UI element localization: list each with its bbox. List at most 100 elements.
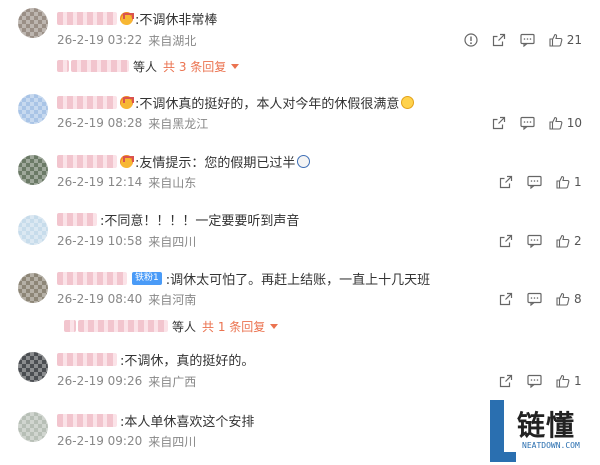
comment-meta: 26-2-19 03:22 来自湖北 <box>57 31 196 49</box>
comment-text: :不同意！！！！一定要要听到声音 <box>100 213 300 229</box>
comment-location: 来自湖北 <box>148 33 197 48</box>
avatar[interactable] <box>18 273 48 303</box>
like-count: 1 <box>574 175 582 189</box>
comment-actions: 1 <box>485 173 582 191</box>
username[interactable] <box>57 212 97 226</box>
comment-button[interactable] <box>527 374 542 388</box>
comment-time: 26-2-19 09:20 <box>57 434 143 448</box>
comment-line: :不调休非常棒 <box>57 8 217 28</box>
share-button[interactable] <box>499 292 513 306</box>
reply-who: 等人 <box>172 319 197 334</box>
view-replies-link[interactable]: 共 1 条回复 <box>202 318 265 335</box>
comment-button[interactable] <box>520 116 535 130</box>
reply-user-blur <box>64 320 76 332</box>
share-button[interactable] <box>492 116 506 130</box>
like-button[interactable]: 2 <box>556 234 582 248</box>
comment-button[interactable] <box>527 234 542 248</box>
thumbs-up-icon <box>549 33 563 47</box>
comment-actions: 10 <box>478 114 582 132</box>
comment-item: :友情提示：您的假期已过半 26-2-19 12:14 来自山东 1 <box>0 147 600 207</box>
comment-text: :不调休非常棒 <box>135 12 218 28</box>
share-icon <box>499 374 513 388</box>
comment-text: :不调休，真的挺好的。 <box>120 353 255 369</box>
avatar[interactable] <box>18 412 48 442</box>
comment-time: 26-2-19 10:58 <box>57 234 143 248</box>
comment-location: 来自河南 <box>148 292 197 307</box>
avatar[interactable] <box>18 155 48 185</box>
avatar[interactable] <box>18 8 48 38</box>
comment-button[interactable] <box>520 33 535 47</box>
comment-line: :不调休真的挺好的，本人对今年的休假很满意 <box>57 92 415 112</box>
report-button[interactable] <box>464 33 478 47</box>
share-icon <box>499 234 513 248</box>
avatar[interactable] <box>18 352 48 382</box>
chevron-down-icon <box>270 323 279 329</box>
share-button[interactable] <box>499 234 513 248</box>
like-button[interactable]: 21 <box>549 33 582 47</box>
comment-meta: 26-2-19 09:26 来自广西 <box>57 372 196 390</box>
like-count: 2 <box>574 234 582 248</box>
thumbs-up-icon <box>556 292 570 306</box>
username[interactable] <box>57 413 117 427</box>
comment-text: :调休太可怕了。再赶上结账，一直上十几天班 <box>165 272 431 288</box>
reply-user-blur <box>78 320 168 332</box>
comment-meta: 26-2-19 12:14 来自山东 <box>57 173 196 191</box>
reply-summary: 等人 共 1 条回复 <box>64 317 279 335</box>
comment-meta: 26-2-19 08:40 来自河南 <box>57 290 196 308</box>
comment-meta: 26-2-19 08:28 来自黑龙江 <box>57 114 208 132</box>
share-icon <box>499 292 513 306</box>
comment-time: 26-2-19 12:14 <box>57 175 143 189</box>
comment-text: :友情提示：您的假期已过半 <box>135 155 296 171</box>
comment-location: 来自山东 <box>148 175 197 190</box>
comment-text: :本人单休喜欢这个安排 <box>120 414 255 430</box>
emoji-icon <box>297 154 311 168</box>
view-replies-link[interactable]: 共 3 条回复 <box>163 58 226 75</box>
comment-meta: 26-2-19 10:58 来自四川 <box>57 232 196 250</box>
comment-time: 26-2-19 08:28 <box>57 116 143 130</box>
username[interactable] <box>57 271 127 285</box>
username[interactable] <box>57 11 117 25</box>
comment-button[interactable] <box>527 175 542 189</box>
like-count: 10 <box>566 116 582 130</box>
thumbs-up-icon <box>556 234 570 248</box>
avatar[interactable] <box>18 215 48 245</box>
watermark-brand: 链懂 <box>517 409 576 442</box>
reply-who: 等人 <box>133 59 158 74</box>
comment-item: 铁粉1 :调休太可怕了。再赶上结账，一直上十几天班 26-2-19 08:40 … <box>0 265 600 345</box>
reply-user-blur <box>57 60 69 72</box>
comment-time: 26-2-19 03:22 <box>57 33 143 47</box>
username[interactable] <box>57 154 117 168</box>
chevron-down-icon <box>231 63 240 69</box>
like-button[interactable]: 10 <box>549 116 582 130</box>
share-icon <box>492 33 505 47</box>
thumbs-up-icon <box>556 175 570 189</box>
comment-item: :不调休真的挺好的，本人对今年的休假很满意 26-2-19 08:28 来自黑龙… <box>0 86 600 146</box>
share-button[interactable] <box>499 175 513 189</box>
thumbs-up-icon <box>556 374 570 388</box>
share-button[interactable] <box>492 33 506 47</box>
comment-location: 来自四川 <box>148 234 197 249</box>
share-button[interactable] <box>499 374 513 388</box>
like-count: 8 <box>574 292 582 306</box>
comment-icon <box>520 116 535 130</box>
comment-meta: 26-2-19 09:20 来自四川 <box>57 432 196 450</box>
like-button[interactable]: 1 <box>556 175 582 189</box>
comment-actions: 21 <box>450 31 582 49</box>
share-icon <box>492 116 505 130</box>
avatar[interactable] <box>18 94 48 124</box>
comment-time: 26-2-19 08:40 <box>57 292 143 306</box>
comment-item: :不同意！！！！一定要要听到声音 26-2-19 10:58 来自四川 2 <box>0 207 600 265</box>
username[interactable] <box>57 95 117 109</box>
share-icon <box>499 175 513 189</box>
comment-time: 26-2-19 09:26 <box>57 374 143 388</box>
like-count: 1 <box>574 374 582 388</box>
comment-line: :不调休，真的挺好的。 <box>57 349 254 369</box>
like-button[interactable]: 8 <box>556 292 582 306</box>
comment-location: 来自四川 <box>148 434 197 449</box>
like-button[interactable]: 1 <box>556 374 582 388</box>
comment-line: 铁粉1 :调休太可怕了。再赶上结账，一直上十几天班 <box>57 268 430 288</box>
vip-crown-icon <box>120 154 134 168</box>
username[interactable] <box>57 352 117 366</box>
comment-button[interactable] <box>527 292 542 306</box>
comment-location: 来自黑龙江 <box>148 116 209 131</box>
